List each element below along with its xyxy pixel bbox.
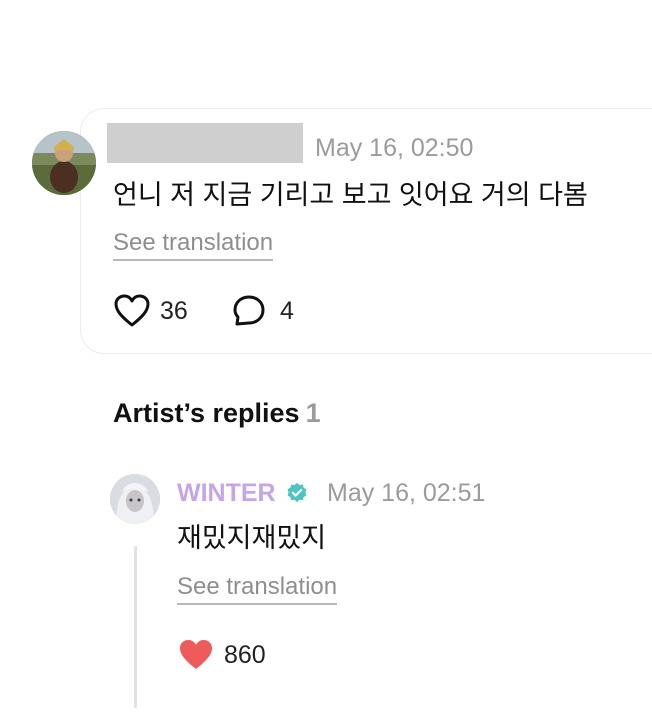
artist-replies-heading: Artist’s replies 1 [113, 398, 321, 429]
comment-button[interactable]: 4 [232, 294, 294, 328]
artist-avatar[interactable] [110, 474, 160, 524]
like-count: 36 [160, 296, 188, 325]
artist-replies-count: 1 [305, 398, 321, 428]
heart-filled-icon [180, 640, 212, 669]
comment-thread-page: May 16, 02:50 언니 저 지금 기리고 보고 잇어요 거의 다봄 S… [0, 0, 652, 725]
see-translation-link[interactable]: See translation [113, 229, 274, 261]
comment-count: 4 [280, 296, 294, 325]
redacted-username [107, 123, 303, 163]
post-text: 언니 저 지금 기리고 보고 잇어요 거의 다봄 [113, 180, 588, 210]
reply-text: 재밌지재밌지 [177, 523, 327, 553]
artist-replies-title: Artist’s replies [113, 398, 300, 428]
user-avatar[interactable] [32, 131, 96, 195]
like-button[interactable]: 36 [114, 294, 188, 328]
reply-like-button[interactable]: 860 [178, 638, 266, 672]
reply-see-translation-link[interactable]: See translation [177, 573, 338, 605]
thread-line [134, 546, 137, 708]
avatar-image [32, 131, 96, 195]
comment-bubble-icon [233, 295, 265, 326]
post-timestamp: May 16, 02:50 [315, 134, 474, 162]
artist-avatar-image [110, 474, 160, 524]
reply-like-count: 860 [224, 640, 266, 669]
reply-timestamp: May 16, 02:51 [327, 479, 486, 507]
heart-outline-icon [114, 294, 150, 327]
artist-name[interactable]: WINTER [177, 478, 276, 508]
verified-badge-icon [287, 483, 307, 502]
